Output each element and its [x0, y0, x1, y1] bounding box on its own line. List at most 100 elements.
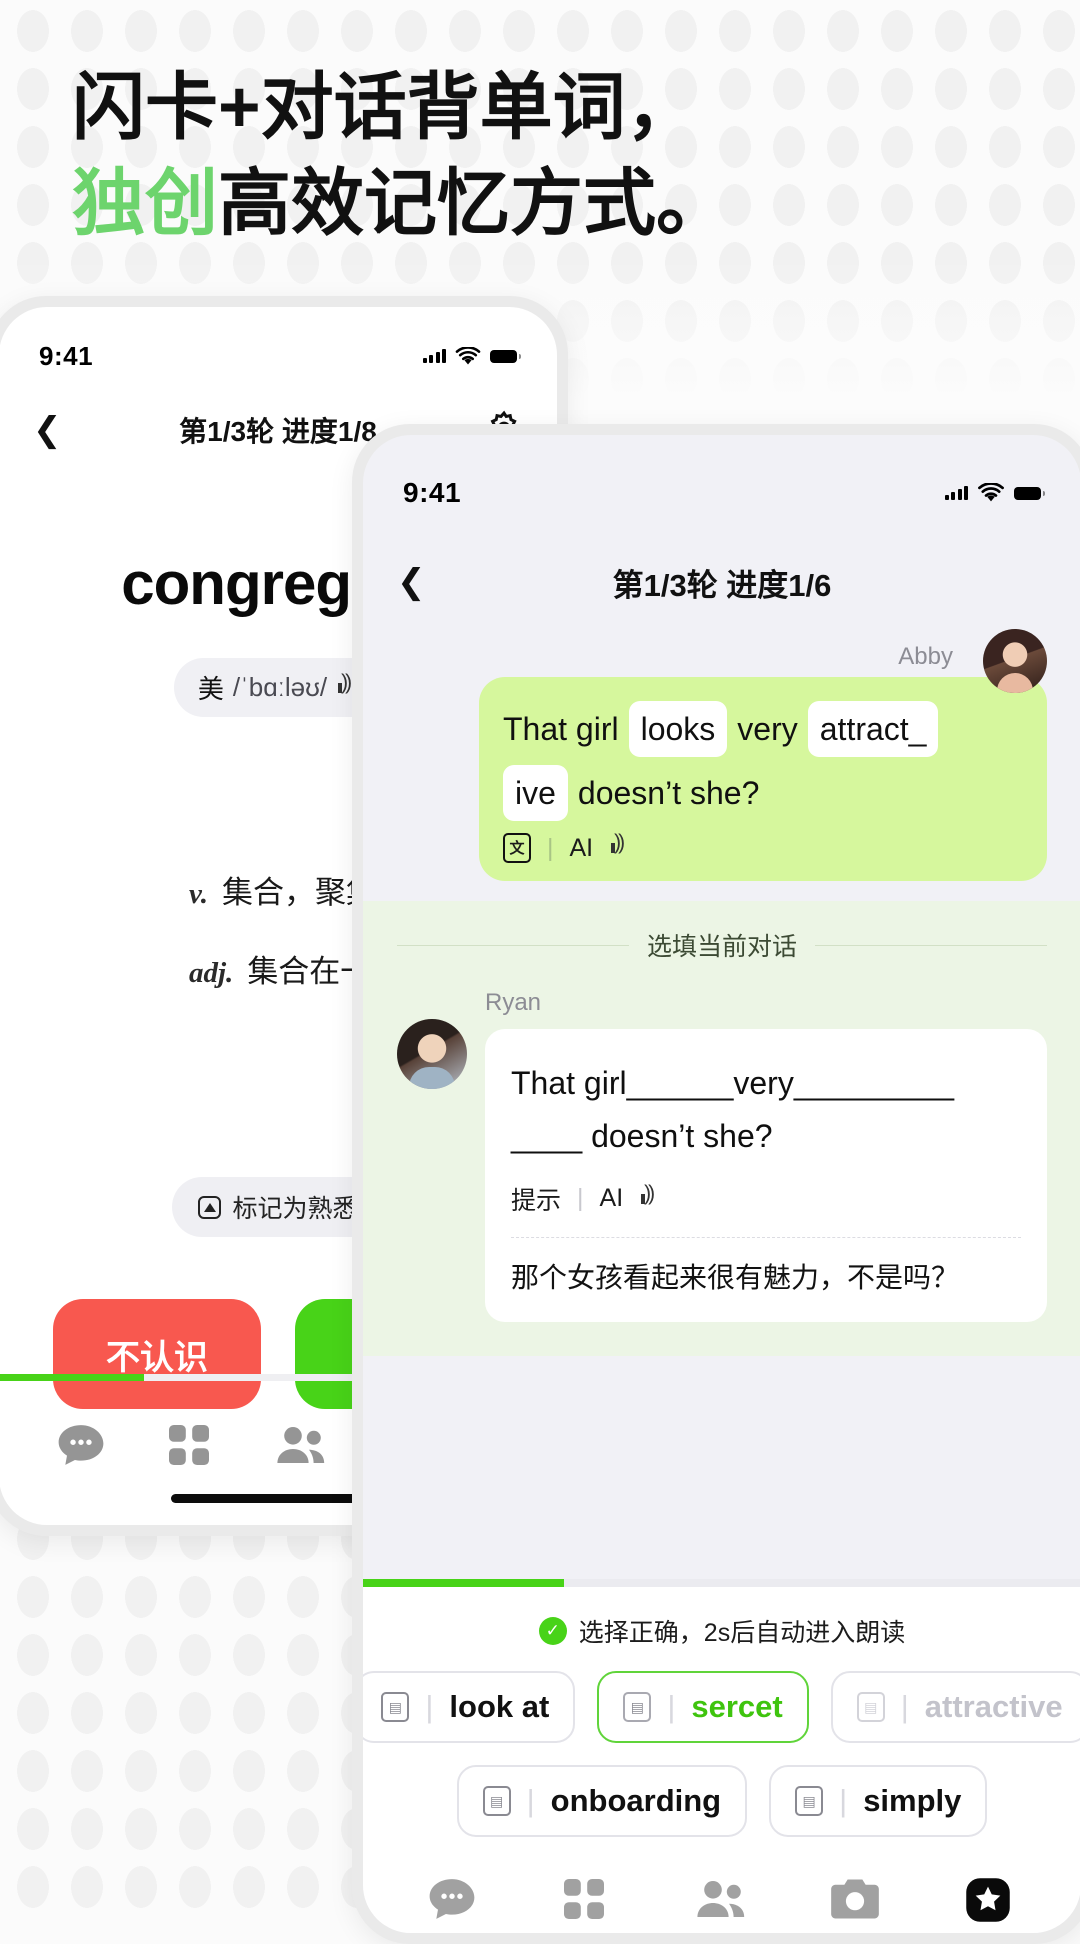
divider-line	[815, 944, 1048, 946]
headline-line-1: 闪卡+对话背单词，	[72, 67, 699, 148]
quiz-option-label: look at	[449, 1689, 550, 1724]
check-circle-icon: ✓	[538, 1617, 567, 1645]
phone-two-screen: 9:41 ❮ 第1/3轮 进度1/6 Abby That girl looks …	[363, 435, 1080, 1933]
translate-doc-icon[interactable]: 文	[503, 833, 531, 863]
people-icon[interactable]	[275, 1423, 327, 1467]
word-doc-icon: ▤	[482, 1786, 511, 1816]
p2-practice-header: 选填当前对话	[397, 927, 1048, 963]
divider-line	[397, 944, 629, 946]
p2-chat-area: Abby That girl looks very attract_ ive d…	[363, 621, 1080, 881]
p2-ai-label[interactable]: AI	[600, 1184, 624, 1213]
divider: |	[839, 1783, 848, 1818]
p1-status-bar: 9:41	[0, 325, 557, 387]
p2-quiz-status-text: 选择正确，2s后自动进入朗读	[578, 1619, 906, 1647]
p2-status-time: 9:41	[403, 477, 462, 508]
cellular-bars-icon	[944, 486, 968, 500]
grid-squares-icon[interactable]	[560, 1877, 616, 1923]
wifi-icon	[455, 346, 481, 364]
speaker-icon[interactable]	[609, 831, 631, 859]
grid-squares-icon[interactable]	[165, 1423, 217, 1467]
p2-options-row-2: ▤ | onboarding ▤ | simply	[363, 1765, 1080, 1837]
p2-nav-title: 第1/3轮 进度1/6	[612, 567, 832, 603]
word-doc-icon: ▤	[381, 1692, 410, 1722]
divider: |	[547, 833, 554, 862]
camera-icon[interactable]	[829, 1877, 885, 1923]
p2-hint-label[interactable]: 提示	[511, 1181, 561, 1217]
headline-line-2: 独创高效记忆方式。	[72, 156, 972, 252]
mark-familiar-label: 标记为熟悉	[232, 1195, 358, 1223]
speaker-icon[interactable]	[639, 1182, 661, 1210]
p2-tab-bar	[363, 1859, 1080, 1933]
p1-status-icons	[422, 346, 521, 366]
quiz-option-label: onboarding	[550, 1783, 722, 1818]
quiz-option-label: attractive	[924, 1689, 1063, 1724]
p1-def-pos: adj.	[189, 957, 234, 989]
word-doc-icon: ▤	[623, 1692, 652, 1722]
divider: |	[577, 1184, 584, 1213]
p2-quiz-footer: ✓ 选择正确，2s后自动进入朗读 ▤ | look at ▤ | sercet …	[363, 1579, 1080, 1933]
chat-bubble-icon[interactable]	[425, 1877, 481, 1923]
unknown-button[interactable]: 不认识	[53, 1299, 261, 1409]
p2-bubble-text-mid: very	[737, 711, 798, 747]
p2-bubble-footer: 文 | AI	[503, 831, 1025, 863]
p2-responder-name: Ryan	[485, 989, 542, 1016]
quiz-option[interactable]: ▤ | simply	[769, 1765, 988, 1837]
headline-accent: 独创	[72, 163, 218, 245]
p1-def-pos: v.	[189, 878, 209, 910]
p1-phonetic-pill[interactable]: 美 /ˈbɑːləʊ/	[173, 658, 383, 717]
divider: |	[667, 1689, 676, 1724]
chevron-left-icon[interactable]: ❮	[397, 565, 426, 599]
p2-bubble-text-rest: doesn’t she?	[577, 775, 760, 811]
p2-quiz-progress-bar	[363, 1579, 1080, 1587]
p1-phonetic-lang: 美	[197, 674, 224, 704]
quiz-option[interactable]: ▤ | onboarding	[456, 1765, 748, 1837]
p2-translation: 那个女孩看起来很有魅力，不是吗？	[511, 1261, 960, 1293]
p2-responder-column: Ryan That girl______very_________ ____ d…	[485, 989, 1047, 1322]
mark-familiar-icon	[198, 1195, 222, 1219]
avatar[interactable]	[397, 1019, 467, 1089]
p2-chat-bubble[interactable]: That girl looks very attract_ ive doesn’…	[479, 677, 1047, 881]
quiz-option-muted[interactable]: ▤ | attractive	[830, 1671, 1080, 1743]
quiz-option[interactable]: ▤ | look at	[363, 1671, 576, 1743]
p2-status-bar: 9:41	[363, 461, 1080, 525]
p2-answer-line-2: ____ doesn’t she?	[511, 1117, 773, 1154]
p1-phonetic-ipa: /ˈbɑːləʊ/	[232, 672, 328, 702]
battery-icon	[490, 349, 521, 363]
quiz-option-label: simply	[863, 1783, 962, 1818]
p2-bubble-text-pre: That girl	[503, 711, 619, 747]
chat-bubble-icon[interactable]	[55, 1423, 107, 1467]
headline-line-2-rest: 高效记忆方式。	[218, 163, 729, 245]
p2-nav-bar: ❮ 第1/3轮 进度1/6	[363, 543, 1080, 621]
p2-word-chip[interactable]: ive	[503, 765, 568, 821]
p2-answer-line-1-text: That girl______very_________	[511, 1065, 954, 1101]
p2-word-chip[interactable]: looks	[628, 701, 728, 757]
p2-answer-footer: 提示 | AI	[511, 1181, 1021, 1217]
divider: |	[526, 1783, 535, 1818]
p2-bubble-line-1: That girl looks very attract_	[503, 701, 1025, 757]
p2-quiz-status: ✓ 选择正确，2s后自动进入朗读	[363, 1587, 1080, 1671]
avatar[interactable]	[983, 629, 1047, 693]
wifi-icon	[978, 483, 1004, 502]
p2-practice-section: 选填当前对话 Ryan That girl______very_________…	[363, 901, 1080, 1356]
page-headline: 闪卡+对话背单词， 独创高效记忆方式。	[72, 60, 972, 253]
cellular-bars-icon	[422, 349, 446, 363]
battery-icon	[1014, 486, 1045, 500]
p2-options-row-1: ▤ | look at ▤ | sercet ▤ | attractive	[363, 1671, 1080, 1743]
word-doc-icon: ▤	[856, 1692, 885, 1722]
chevron-left-icon[interactable]: ❮	[33, 413, 62, 447]
word-doc-icon: ▤	[795, 1786, 824, 1816]
p2-word-chip[interactable]: attract_	[807, 701, 939, 757]
divider: |	[425, 1689, 434, 1724]
divider: |	[900, 1689, 909, 1724]
p2-bubble-line-2: ive doesn’t she?	[503, 765, 1025, 821]
divider	[511, 1236, 1021, 1238]
p2-responder-row: Ryan That girl______very_________ ____ d…	[397, 989, 1047, 1322]
p2-answer-card[interactable]: That girl______very_________ ____ doesn’…	[485, 1029, 1047, 1322]
p2-answer-line-1: That girl______very_________	[511, 1057, 1021, 1110]
p2-bubble-ai-label[interactable]: AI	[570, 834, 594, 863]
people-icon[interactable]	[694, 1877, 750, 1923]
quiz-option-correct[interactable]: ▤ | sercet	[597, 1671, 809, 1743]
quiz-option-label: sercet	[691, 1689, 783, 1724]
star-badge-icon[interactable]	[963, 1877, 1019, 1923]
p2-speaker-name: Abby	[898, 643, 953, 670]
